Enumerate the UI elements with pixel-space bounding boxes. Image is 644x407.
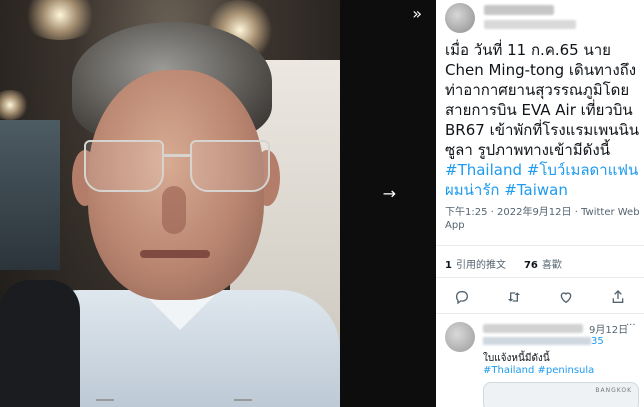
tweet-panel: เมื่อ วันที่ 11 ก.ค.65 นาย Chen Ming-ton… [436, 0, 644, 407]
handle-blurred [483, 337, 591, 345]
hashtag[interactable]: #Thailand [445, 161, 522, 179]
viewer-action-bar [0, 399, 436, 407]
heart-icon[interactable] [556, 287, 576, 307]
author-name-blurred[interactable] [484, 5, 554, 15]
reply-handle[interactable]: 35 [483, 336, 644, 347]
reply-media-card[interactable]: BANGKOK [483, 382, 639, 407]
reply-icon[interactable] [452, 287, 472, 307]
chevron-double-right-icon[interactable]: » [412, 4, 422, 23]
bar-item[interactable] [96, 399, 114, 407]
ceiling-light [20, 0, 100, 40]
author-handle-blurred[interactable] [484, 20, 576, 29]
divider [436, 245, 644, 246]
reply-avatar[interactable] [445, 322, 475, 352]
media-viewer: » → [0, 0, 436, 407]
quote-stat[interactable]: 1 引用的推文 [445, 256, 506, 271]
tweet-body: เมื่อ วันที่ 11 ก.ค.65 นาย Chen Ming-ton… [445, 41, 640, 159]
reply-text: ใบแจ้งหนี้มีดังนี้ [483, 353, 550, 364]
reply-hashtags[interactable]: #Thailand #peninsula [483, 365, 594, 376]
bar-item[interactable] [234, 399, 252, 407]
reply-name-blurred[interactable] [483, 324, 583, 333]
more-icon[interactable]: ··· [626, 320, 636, 331]
tweet-photo[interactable] [0, 0, 340, 407]
card-caption: BANGKOK [595, 387, 632, 394]
divider [436, 313, 644, 314]
glasses [84, 140, 270, 196]
share-icon[interactable] [608, 287, 628, 307]
tweet-actions [436, 285, 644, 309]
ceiling-light [0, 90, 30, 120]
tweet-stats: 1 引用的推文 76 喜歡 [445, 256, 562, 271]
divider [436, 277, 644, 278]
arrow-right-icon[interactable]: → [383, 184, 396, 203]
hashtag[interactable]: #Taiwan [504, 181, 568, 199]
retweet-icon[interactable] [504, 287, 524, 307]
glasses-lens [190, 140, 270, 192]
tweet-timestamp[interactable]: 下午1:25 · 2022年9月12日 · Twitter Web App [445, 206, 644, 232]
mouth [140, 250, 210, 258]
bag-strap [0, 280, 80, 407]
reply-date[interactable]: 9月12日 [589, 321, 628, 336]
background-wall [0, 120, 60, 270]
glasses-lens [84, 140, 164, 192]
like-stat[interactable]: 76 喜歡 [524, 256, 562, 271]
tweet-text: เมื่อ วันที่ 11 ก.ค.65 นาย Chen Ming-ton… [445, 40, 644, 200]
glasses-bridge [164, 154, 190, 157]
author-avatar[interactable] [445, 3, 475, 33]
